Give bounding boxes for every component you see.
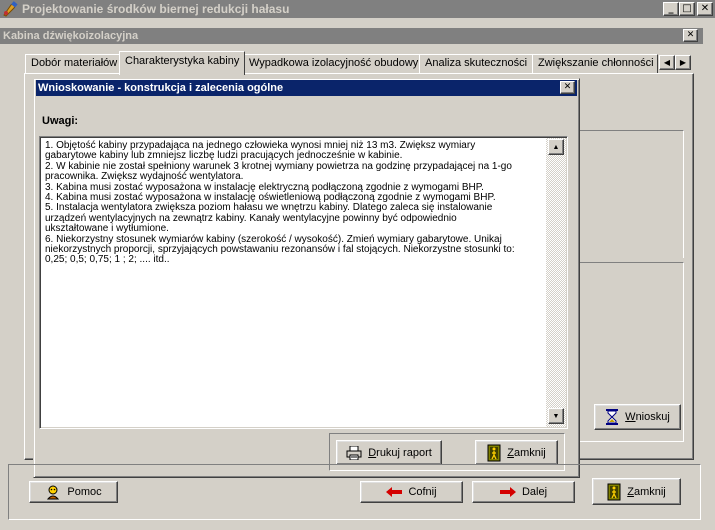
tab-zwiekszanie-chlonnosci[interactable]: Zwiększanie chłonności — [532, 54, 658, 74]
main-titlebar: Projektowanie środków biernej redukcji h… — [0, 0, 715, 18]
print-button-mnemonic: D — [368, 446, 377, 459]
hourglass-icon — [605, 409, 619, 425]
help-icon — [45, 484, 61, 500]
tab-charakterystyka-kabiny[interactable]: Charakterystyka kabiny — [119, 51, 246, 75]
dialog-titlebar: Wnioskowanie - konstrukcja i zalecenia o… — [36, 80, 577, 96]
back-button[interactable]: Cofnij — [360, 481, 463, 503]
arrow-left-icon — [386, 487, 403, 497]
help-button-label: Pomoc — [67, 486, 102, 498]
tab-scroll-left-icon[interactable]: ◀ — [659, 55, 675, 70]
main-close-button[interactable]: Zamknij — [592, 478, 681, 505]
next-button-label: Dalej — [521, 486, 548, 498]
print-report-button[interactable]: Drukuj raport — [336, 440, 442, 465]
child-title: Kabina dźwiękoizolacyjna — [3, 30, 139, 42]
infer-button-mnemonic: W — [625, 411, 636, 423]
right-groupbox-top — [580, 130, 684, 258]
tab-scroll-right-icon[interactable]: ▶ — [675, 55, 691, 70]
close-icon[interactable]: ✕ — [560, 81, 575, 94]
back-button-label: Cofnij — [408, 486, 437, 498]
printer-icon — [346, 445, 362, 460]
infer-button-label: nioskuj — [635, 411, 670, 423]
scroll-up-icon[interactable]: ▲ — [548, 139, 564, 155]
dialog-close-button[interactable]: Zamknij — [475, 440, 558, 465]
notes-scrollbar[interactable] — [546, 138, 566, 427]
close-icon[interactable]: ✕ — [683, 29, 698, 42]
child-titlebar: Kabina dźwiękoizolacyjna — [0, 28, 703, 44]
tab-analiza-skutecznosci[interactable]: Analiza skuteczności — [419, 54, 534, 74]
dialog-close-mnemonic: Z — [507, 446, 514, 459]
next-button[interactable]: Dalej — [472, 481, 575, 503]
door-exit-icon — [487, 444, 501, 462]
main-close-label: amknij — [633, 485, 666, 498]
notes-text: 1. Objętość kabiny przypadająca na jedne… — [45, 140, 515, 266]
notes-memo[interactable]: 1. Objętość kabiny przypadająca na jedne… — [41, 138, 546, 427]
notes-label: Uwagi: — [42, 115, 79, 127]
tab-wypadkowa-izolacyjnosc[interactable]: Wypadkowa izolacyjność obudowy — [243, 54, 425, 74]
print-button-label: rukuj raport — [376, 446, 432, 459]
minimize-icon[interactable]: _ — [663, 2, 679, 16]
tab-dobor-materialow[interactable]: Dobór materiałów — [25, 54, 124, 74]
infer-button[interactable]: Wnioskuj — [594, 404, 681, 430]
dialog-title: Wnioskowanie - konstrukcja i zalecenia o… — [38, 82, 284, 94]
app-icon — [2, 1, 18, 17]
main-close-mnemonic: Z — [627, 485, 634, 498]
scroll-down-icon[interactable]: ▼ — [548, 408, 564, 424]
close-icon[interactable]: ✕ — [697, 2, 713, 16]
arrow-right-icon — [499, 487, 516, 497]
maximize-icon[interactable]: □ — [679, 2, 695, 16]
dialog-close-label: amknij — [513, 446, 546, 459]
help-button[interactable]: Pomoc — [29, 481, 118, 503]
app-title: Projektowanie środków biernej redukcji h… — [22, 2, 290, 16]
door-exit-icon — [607, 483, 621, 501]
